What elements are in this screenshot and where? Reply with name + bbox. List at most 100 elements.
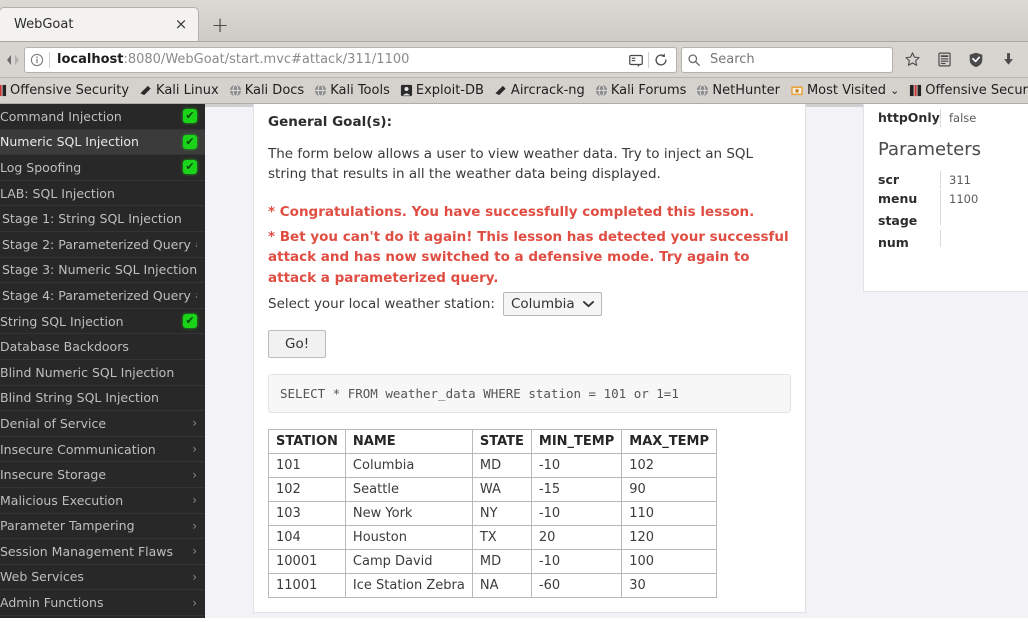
table-cell: 20 (530, 525, 623, 550)
completed-check-icon: ✔ (183, 160, 197, 175)
table-body: 101 Columbia MD -10 102 102 Seattle WA -15 90 103 N… (268, 453, 717, 598)
sidebar-item[interactable]: Database Backdoors (0, 334, 205, 360)
table-cell: -10 (530, 501, 623, 526)
go-button[interactable]: Go! (268, 330, 327, 358)
chevron-right-icon: › (192, 416, 197, 431)
table-cell: MD (471, 549, 532, 574)
sidebar-item[interactable]: Stage 2: Parameterized Query #1 (0, 232, 205, 258)
bookmark-kali-tools[interactable]: Kali Tools (309, 80, 395, 102)
lesson-sidebar[interactable]: Command Injection ✔ Numeric SQL Injection ✔… (0, 104, 205, 618)
bookmark-kali-docs[interactable]: Kali Docs (224, 80, 310, 102)
sidebar-category[interactable]: Session Management Flaws › (0, 539, 205, 565)
sidebar-item[interactable]: LAB: SQL Injection (0, 181, 205, 207)
sidebar-item-label: Blind String SQL Injection (0, 390, 159, 406)
new-tab-button[interactable]: + (203, 9, 237, 41)
close-icon[interactable]: × (172, 16, 190, 34)
table-cell: 10001 (268, 549, 346, 574)
bookmark-label: Kali Linux (156, 83, 219, 98)
table-row: 101 Columbia MD -10 102 (268, 453, 717, 478)
bookmark-kali-linux[interactable]: Kali Linux (134, 80, 224, 102)
table-cell: -15 (530, 477, 623, 502)
sidebar-category-list: Denial of Service › Insecure Communication… (0, 411, 205, 616)
offsec-icon (909, 84, 922, 97)
bookmark-offensive-security-2[interactable]: Offensive Securit (904, 80, 1028, 102)
bookmark-aircrack-ng[interactable]: Aircrack-ng (489, 80, 590, 102)
url-bar-icons (624, 48, 676, 72)
table-row: 104 Houston TX 20 120 (268, 525, 717, 550)
sidebar-category[interactable]: Denial of Service › (0, 411, 205, 437)
sidebar-category[interactable]: Parameter Tampering › (0, 514, 205, 540)
reload-icon[interactable] (649, 48, 673, 72)
download-icon[interactable] (992, 46, 1024, 74)
parameter-value: 1100 (940, 190, 1028, 208)
bookmark-most-visited[interactable]: Most Visited ⌄ (785, 80, 904, 102)
sidebar-item[interactable]: Blind String SQL Injection (0, 386, 205, 412)
sidebar-item[interactable]: Command Injection ✔ (0, 104, 205, 130)
bookmark-exploit-db[interactable]: Exploit-DB (395, 80, 489, 102)
globe-icon (696, 84, 709, 97)
sidebar-item[interactable]: String SQL Injection ✔ (0, 309, 205, 335)
station-select[interactable]: Columbia (502, 292, 602, 316)
browser-tab-webgoat[interactable]: WebGoat × (0, 7, 199, 41)
shield-icon[interactable] (960, 46, 992, 74)
url-text: localhost:8080/WebGoat/start.mvc#attack/… (50, 52, 624, 67)
sidebar-item[interactable]: Blind Numeric SQL Injection (0, 360, 205, 386)
chevron-down-icon[interactable]: ⌄ (890, 84, 899, 97)
sidebar-item[interactable]: Stage 4: Parameterized Query #2 (0, 283, 205, 309)
chevron-right-icon: › (192, 493, 197, 508)
bookmark-offensive-security[interactable]: Offensive Security (0, 80, 134, 102)
search-bar[interactable]: Search (681, 46, 893, 73)
sidebar-item-label: String SQL Injection (0, 313, 124, 329)
url-bar[interactable]: localhost:8080/WebGoat/start.mvc#attack/… (24, 46, 677, 73)
column-header: MAX_TEMP (621, 429, 717, 454)
table-cell: New York (344, 501, 473, 526)
table-cell: -10 (530, 453, 623, 478)
back-forward-icon[interactable] (4, 47, 22, 73)
table-cell: 101 (268, 453, 346, 478)
station-select-row: Select your local weather station: Colum… (268, 292, 791, 316)
sidebar-item[interactable]: Stage 1: String SQL Injection (0, 206, 205, 232)
station-select-label: Select your local weather station: (268, 296, 495, 312)
sidebar-item-label: Numeric SQL Injection (0, 134, 139, 150)
sidebar-category[interactable]: Admin Functions › (0, 590, 205, 616)
sidebar-item-label: Stage 3: Numeric SQL Injection (2, 262, 197, 278)
sidebar-item-label: Stage 1: String SQL Injection (2, 211, 182, 227)
sidebar-category[interactable]: Insecure Storage › (0, 462, 205, 488)
goal-description: The form below allows a user to view wea… (268, 146, 754, 182)
table-cell: NY (471, 501, 532, 526)
offsec-icon (0, 84, 7, 97)
search-icon (682, 48, 706, 72)
table-cell: 102 (268, 477, 346, 502)
parameter-key: menu (878, 191, 918, 206)
star-icon[interactable] (896, 46, 928, 74)
table-cell: 102 (621, 453, 717, 478)
search-input[interactable]: Search (706, 52, 755, 67)
bookmark-nethunter[interactable]: NetHunter (691, 80, 785, 102)
sidebar-category-label: Insecure Storage (0, 467, 107, 483)
sidebar-category[interactable]: Web Services › (0, 565, 205, 591)
parameter-key: scr (878, 172, 900, 187)
sidebar-category-label: Insecure Communication (0, 441, 156, 457)
table-cell: WA (471, 477, 532, 502)
browser-chrome: WebGoat × + localhost:8080/WebGoat/start… (0, 0, 1028, 104)
reader-view-icon[interactable] (624, 48, 648, 72)
sidebar-lesson-list: Command Injection ✔ Numeric SQL Injection ✔… (0, 104, 205, 412)
tab-title: WebGoat (14, 17, 74, 32)
sidebar-category-label: Parameter Tampering (0, 518, 135, 534)
sidebar-item[interactable]: Stage 3: Numeric SQL Injection (0, 258, 205, 284)
sidebar-item-label: Log Spoofing (0, 159, 82, 175)
sidebar-category-label: Web Services (0, 569, 84, 585)
parameter-row: num (878, 230, 1028, 252)
bookmark-kali-forums[interactable]: Kali Forums (590, 80, 692, 102)
library-icon[interactable] (928, 46, 960, 74)
kali-dragon-icon (139, 84, 153, 97)
httponly-key: httpOnly (878, 110, 940, 125)
sidebar-category[interactable]: Malicious Execution › (0, 488, 205, 514)
info-icon[interactable] (25, 48, 49, 72)
sidebar-item[interactable]: Numeric SQL Injection ✔ (0, 129, 205, 156)
sidebar-item[interactable]: Log Spoofing ✔ (0, 155, 205, 181)
congratulations-message: * Congratulations. You have successfully… (268, 204, 755, 220)
sidebar-category[interactable]: Insecure Communication › (0, 437, 205, 463)
table-cell: -10 (530, 549, 623, 574)
defensive-mode-message: * Bet you can't do it again! This lesson… (268, 228, 789, 286)
